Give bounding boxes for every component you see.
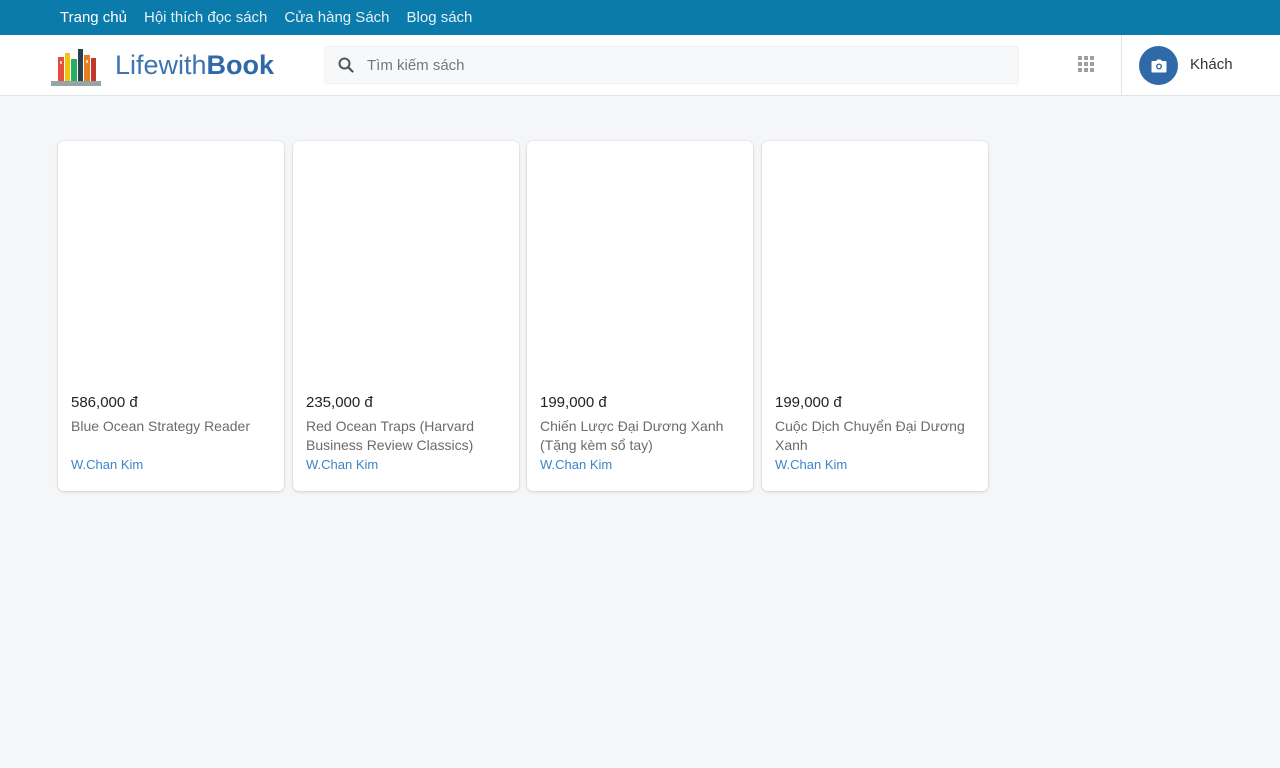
search-bar — [324, 46, 1019, 84]
header-divider — [1121, 35, 1122, 95]
book-card[interactable]: 586,000 đ Blue Ocean Strategy Reader W.C… — [58, 141, 284, 491]
book-cover[interactable] — [58, 141, 284, 386]
book-price: 586,000 đ — [71, 394, 138, 411]
book-title[interactable]: Blue Ocean Strategy Reader — [71, 417, 271, 436]
search-input[interactable] — [367, 56, 987, 74]
user-name[interactable]: Khách — [1190, 56, 1233, 73]
brand-light: Lifewith — [115, 50, 207, 80]
nav-book-store[interactable]: Cửa hàng Sách — [284, 9, 389, 26]
book-title[interactable]: Red Ocean Traps (Harvard Business Review… — [306, 417, 506, 455]
book-title[interactable]: Cuộc Dịch Chuyển Đại Dương Xanh — [775, 417, 975, 455]
grid-icon[interactable] — [1077, 55, 1095, 73]
nav-home[interactable]: Trang chủ — [60, 9, 127, 26]
book-cover[interactable] — [293, 141, 519, 386]
book-cover[interactable] — [762, 141, 988, 386]
search-icon[interactable] — [338, 57, 354, 73]
book-author[interactable]: W.Chan Kim — [306, 457, 378, 472]
book-price: 199,000 đ — [540, 394, 607, 411]
books-shelf-icon[interactable] — [50, 43, 102, 87]
book-author[interactable]: W.Chan Kim — [540, 457, 612, 472]
brand-bold: Book — [206, 50, 275, 80]
brand-name[interactable]: LifewithBook — [115, 50, 274, 81]
book-price: 235,000 đ — [306, 394, 373, 411]
book-card[interactable]: 199,000 đ Chiến Lược Đại Dương Xanh (Tặn… — [527, 141, 753, 491]
book-card[interactable]: 199,000 đ Cuộc Dịch Chuyển Đại Dương Xan… — [762, 141, 988, 491]
book-price: 199,000 đ — [775, 394, 842, 411]
nav-book-club[interactable]: Hội thích đọc sách — [144, 9, 267, 26]
book-author[interactable]: W.Chan Kim — [71, 457, 143, 472]
book-cover[interactable] — [527, 141, 753, 386]
nav-book-blog[interactable]: Blog sách — [407, 9, 473, 26]
book-card[interactable]: 235,000 đ Red Ocean Traps (Harvard Busin… — [293, 141, 519, 491]
book-author[interactable]: W.Chan Kim — [775, 457, 847, 472]
book-title[interactable]: Chiến Lược Đại Dương Xanh (Tặng kèm sổ t… — [540, 417, 740, 455]
top-navigation: Trang chủ Hội thích đọc sách Cửa hàng Sá… — [0, 0, 1280, 35]
avatar[interactable] — [1139, 46, 1178, 85]
camera-icon — [1151, 59, 1166, 72]
site-header: LifewithBook Khách — [0, 35, 1280, 96]
